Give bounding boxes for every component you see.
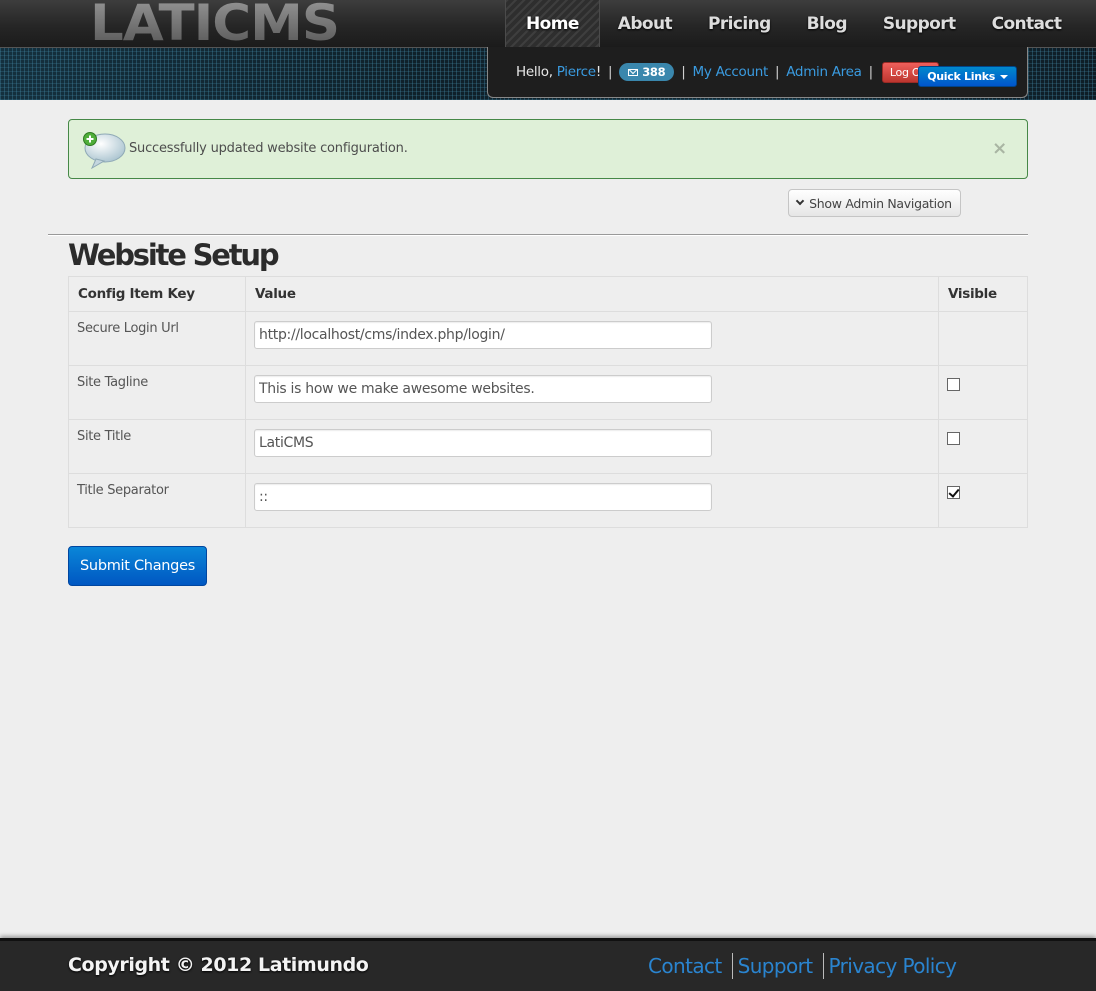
success-alert: Successfully updated website configurati…	[68, 119, 1028, 179]
footer-link-support[interactable]: Support	[738, 954, 813, 978]
separator: |	[868, 64, 874, 80]
greeting-suffix: !	[595, 64, 601, 80]
table-row: Site Tagline	[68, 365, 1028, 420]
chevron-down-icon	[795, 196, 805, 206]
value-cell	[245, 419, 939, 474]
quick-links-dropdown[interactable]: Quick Links	[918, 66, 1017, 87]
site-header: LATICMS Home About Pricing Blog Support …	[0, 0, 1096, 100]
header-visible: Visible	[938, 276, 1028, 312]
value-cell	[245, 473, 939, 528]
show-admin-navigation-label: Show Admin Navigation	[809, 195, 952, 211]
show-admin-navigation-button[interactable]: Show Admin Navigation	[788, 189, 961, 217]
config-table: Config Item Key Value Visible Secure Log…	[68, 276, 1028, 528]
main-nav: Home About Pricing Blog Support Contact	[505, 0, 1079, 48]
table-row: Title Separator	[68, 473, 1028, 528]
nav-item-pricing[interactable]: Pricing	[690, 0, 789, 48]
alert-message: Successfully updated website configurati…	[129, 141, 408, 156]
visible-cell	[938, 311, 1028, 366]
speech-bubble-add-icon	[83, 132, 126, 169]
site-tagline-visible-checkbox[interactable]	[947, 378, 960, 391]
separator: |	[774, 64, 780, 80]
site-footer: Copyright © 2012 Latimundo Contact Suppo…	[0, 938, 1096, 991]
config-key: Site Tagline	[68, 365, 246, 420]
close-icon[interactable]: ×	[992, 138, 1007, 159]
nav-item-blog[interactable]: Blog	[789, 0, 865, 48]
submit-changes-button[interactable]: Submit Changes	[68, 546, 207, 586]
nav-item-contact[interactable]: Contact	[974, 0, 1080, 48]
messages-badge[interactable]: 388	[619, 63, 675, 81]
table-row: Secure Login Url	[68, 311, 1028, 366]
footer-links: Contact Support Privacy Policy	[648, 953, 958, 979]
title-separator-input[interactable]	[254, 483, 712, 511]
site-tagline-input[interactable]	[254, 375, 712, 403]
copyright-text: Copyright © 2012 Latimundo	[68, 954, 369, 976]
nav-item-support[interactable]: Support	[865, 0, 974, 48]
caret-down-icon	[1000, 74, 1008, 79]
separator: |	[607, 64, 613, 80]
config-key: Site Title	[68, 419, 246, 474]
separator: |	[681, 64, 686, 80]
user-bar: Hello, Pierce! | 388 | My Account | Admi…	[487, 47, 1028, 98]
config-key: Title Separator	[68, 473, 246, 528]
nav-item-home[interactable]: Home	[505, 0, 600, 48]
config-key: Secure Login Url	[68, 311, 246, 366]
admin-area-link[interactable]: Admin Area	[786, 64, 862, 80]
envelope-icon	[628, 68, 639, 76]
site-title-visible-checkbox[interactable]	[947, 432, 960, 445]
divider	[731, 953, 733, 979]
greeting-text: Hello,	[516, 64, 553, 80]
username-link[interactable]: Pierce	[557, 64, 596, 80]
footer-link-privacy-policy[interactable]: Privacy Policy	[829, 954, 958, 978]
site-logo[interactable]: LATICMS	[90, 0, 340, 52]
value-cell	[245, 365, 939, 420]
table-row: Site Title	[68, 419, 1028, 474]
site-title-input[interactable]	[254, 429, 712, 457]
secure-login-url-input[interactable]	[254, 321, 712, 349]
title-separator-visible-checkbox[interactable]	[947, 486, 960, 499]
footer-link-contact[interactable]: Contact	[648, 954, 722, 978]
page-title: Website Setup	[68, 238, 280, 272]
divider	[822, 953, 824, 979]
nav-item-about[interactable]: About	[600, 0, 690, 48]
visible-cell	[938, 419, 1028, 474]
table-header-row: Config Item Key Value Visible	[68, 276, 1028, 312]
value-cell	[245, 311, 939, 366]
divider	[48, 234, 1028, 236]
header-config-item-key: Config Item Key	[68, 276, 246, 312]
visible-cell	[938, 365, 1028, 420]
visible-cell	[938, 473, 1028, 528]
my-account-link[interactable]: My Account	[693, 64, 769, 80]
header-value: Value	[245, 276, 939, 312]
quick-links-label: Quick Links	[927, 70, 995, 83]
message-count: 388	[642, 65, 666, 79]
